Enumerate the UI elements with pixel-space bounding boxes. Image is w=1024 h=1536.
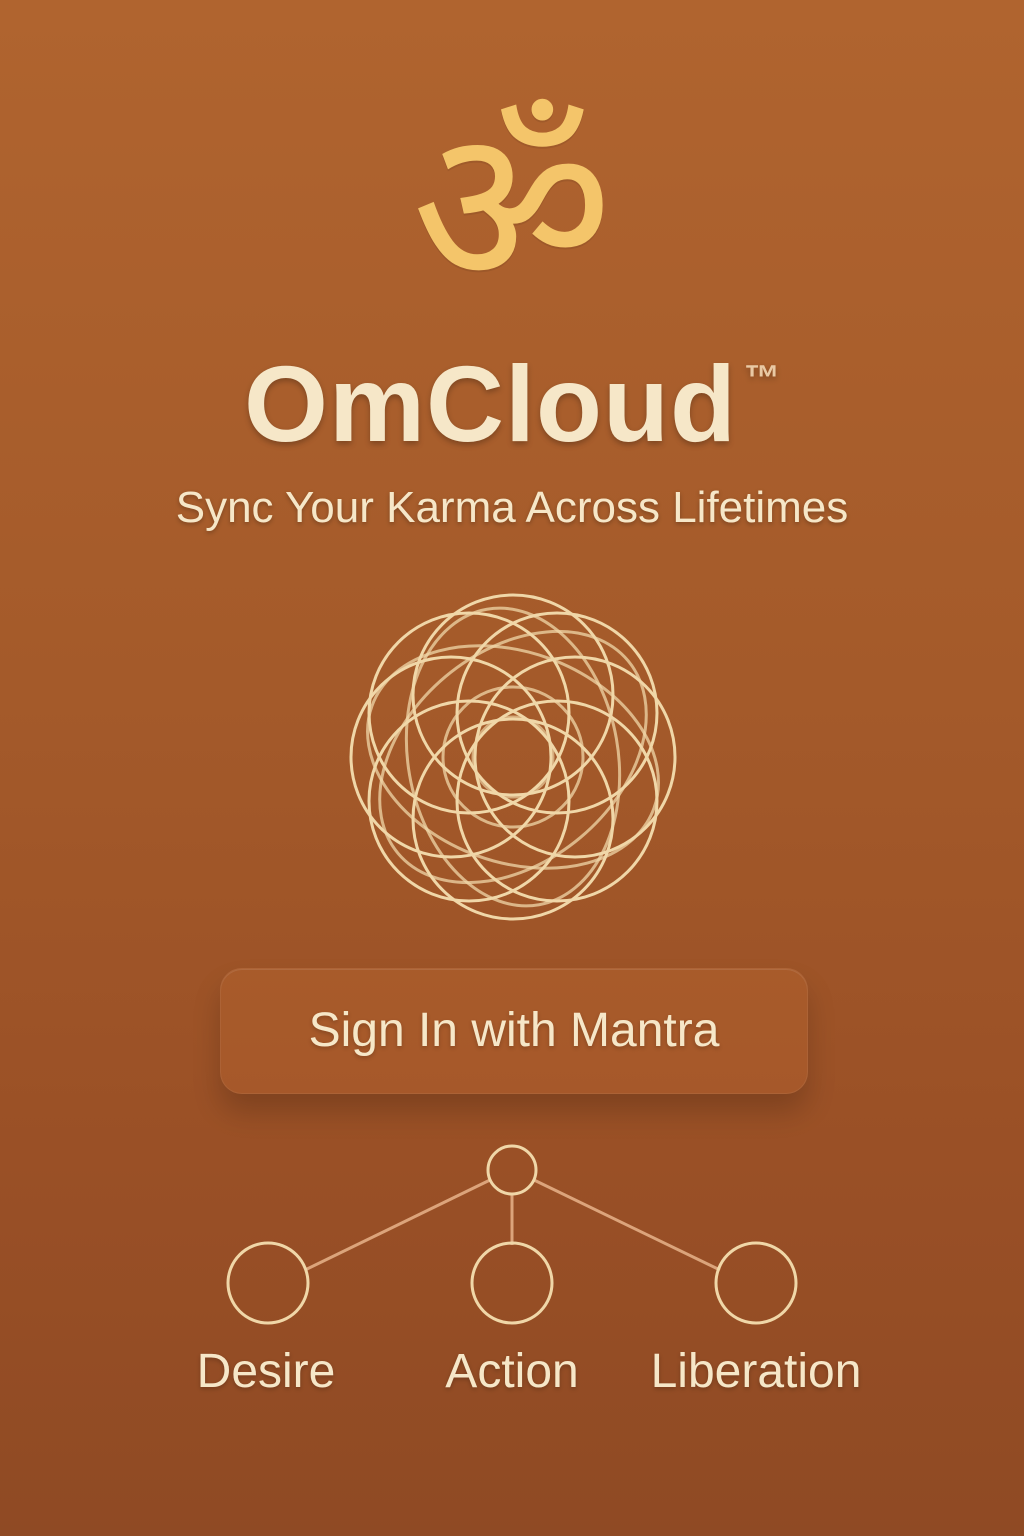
sign-in-button-label: Sign In with Mantra xyxy=(308,1004,720,1057)
node-label-liberation: Liberation xyxy=(650,1345,862,1398)
sign-in-with-mantra-button[interactable]: Sign In with Mantra xyxy=(220,968,808,1094)
om-icon: ॐ xyxy=(411,80,613,336)
node-label-desire: Desire xyxy=(196,1345,336,1398)
app-title: OmCloud ™ xyxy=(0,350,1024,458)
node-label-action: Action xyxy=(445,1345,579,1398)
action-node-icon[interactable] xyxy=(470,1241,554,1325)
root-node-icon xyxy=(486,1144,538,1196)
connector-left xyxy=(304,1178,491,1272)
cycle-diagram xyxy=(226,1144,798,1325)
app-name: OmCloud xyxy=(244,343,737,464)
trademark-symbol: ™ xyxy=(742,357,780,398)
connector-right xyxy=(533,1178,721,1272)
omcloud-screen: ॐ OmCloud ™ Sync Your Karma Across Lifeti… xyxy=(0,0,1024,1536)
tagline: Sync Your Karma Across Lifetimes xyxy=(175,483,849,532)
desire-node-icon[interactable] xyxy=(226,1241,310,1325)
mandala-icon xyxy=(349,593,677,921)
liberation-node-icon[interactable] xyxy=(714,1241,798,1325)
